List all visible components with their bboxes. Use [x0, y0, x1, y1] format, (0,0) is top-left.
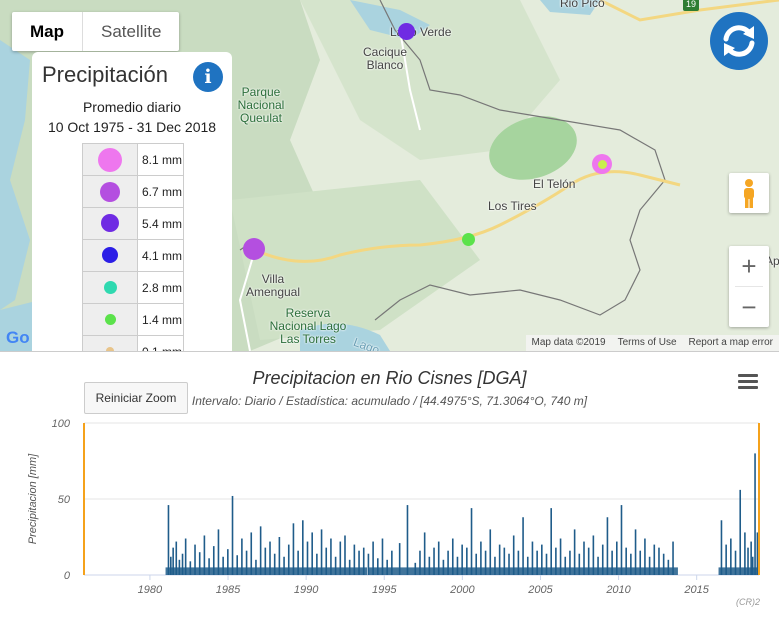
- y-axis-label: Precipitacion [mm]: [27, 453, 39, 544]
- label-reserva-lago-las-torres: Reserva Nacional Lago Las Torres: [269, 306, 347, 346]
- legend-row: 2.8 mm: [82, 271, 184, 304]
- station-marker-los-tires[interactable]: [462, 233, 475, 246]
- precip-bar: [167, 505, 170, 575]
- precip-bar: [620, 505, 623, 575]
- chart-credits: (CR)2: [736, 597, 760, 607]
- legend-swatch: [101, 214, 119, 233]
- selected-station-center: [597, 159, 607, 169]
- legend-value: 1.4 mm: [137, 303, 184, 336]
- y-tick-label: 50: [58, 494, 71, 506]
- y-tick-label: 100: [52, 418, 71, 430]
- legend-value: 5.4 mm: [137, 207, 184, 240]
- map-data-text: Map data ©2019: [531, 337, 606, 348]
- refresh-button[interactable]: [710, 12, 768, 70]
- legend-row: 4.1 mm: [82, 239, 184, 272]
- precip-bar: [302, 520, 304, 575]
- precip-bar: [522, 517, 524, 575]
- legend-swatch: [104, 313, 116, 325]
- precip-base-band: [718, 567, 759, 575]
- precip-bar: [406, 505, 409, 575]
- google-logo[interactable]: Go: [6, 328, 30, 348]
- legend-row: 8.1 mm: [82, 143, 184, 176]
- zoom-control: + −: [729, 246, 769, 327]
- terms-of-use-link[interactable]: Terms of Use: [618, 335, 677, 351]
- precip-bar: [606, 517, 609, 575]
- legend-title: Precipitación: [42, 62, 168, 87]
- label-villa-amengual: Villa Amengual: [245, 272, 301, 299]
- legend-value: 2.8 mm: [137, 271, 184, 304]
- map-type-tabs: Map Satellite: [12, 12, 180, 51]
- station-marker-villa-amengual[interactable]: [243, 238, 265, 260]
- precip-bar: [550, 508, 552, 575]
- refresh-icon: [723, 25, 755, 57]
- map-attribution: Map data ©2019 Terms of Use Report a map…: [525, 335, 779, 351]
- label-los-tires: Los Tires: [488, 199, 537, 213]
- report-error-link[interactable]: Report a map error: [689, 335, 773, 351]
- zoom-out-button[interactable]: −: [729, 287, 769, 327]
- legend-subtitle: Promedio diario: [82, 99, 182, 115]
- label-cacique-blanco: Cacique Blanco: [362, 45, 408, 72]
- x-tick-label: 1980: [138, 584, 163, 596]
- precip-base-band: [165, 567, 368, 575]
- x-tick-label: 2015: [683, 584, 709, 596]
- legend-row: 6.7 mm: [82, 175, 184, 208]
- label-el-telon: El Telón: [533, 177, 576, 191]
- precipitation-chart: Precipitacion en Rio Cisnes [DGA] Interv…: [0, 352, 779, 620]
- precip-bar: [292, 523, 295, 575]
- station-marker-rio-cisnes[interactable]: [592, 154, 612, 174]
- legend-scale: 8.1 mm 6.7 mm 5.4 mm 4.1 mm 2.8 mm 1.4 m…: [82, 143, 184, 351]
- legend-row: 1.4 mm: [82, 303, 184, 336]
- precip-bar: [754, 453, 756, 575]
- chart-plot: 0 50 100 Precipitacion [mm] 1980 1985 1990 1995…: [27, 418, 760, 596]
- legend-value: 0.1 mm: [137, 335, 184, 351]
- label-rio-pico: Rio Pico: [560, 0, 605, 10]
- legend-swatch: [100, 181, 120, 202]
- precip-bar: [470, 508, 473, 575]
- label-parque-queulat: Parque Nacional Queulat: [237, 85, 285, 125]
- tab-satellite[interactable]: Satellite: [83, 12, 179, 51]
- x-tick-label: 1990: [294, 584, 319, 596]
- map-view[interactable]: Rio Pico 19 Lago Verde Cacique Blanco Pa…: [0, 0, 779, 351]
- info-icon[interactable]: i: [193, 62, 223, 92]
- legend-swatch: [103, 280, 117, 294]
- precipitation-legend: Precipitación i Promedio diario 10 Oct 1…: [32, 52, 232, 351]
- street-view-button[interactable]: [729, 173, 769, 213]
- station-marker-lago-verde[interactable]: [398, 23, 415, 40]
- route-shield: 19: [683, 0, 700, 11]
- x-tick-label: 1985: [216, 584, 241, 596]
- precip-bar: [231, 495, 234, 575]
- x-tick-label: 2005: [527, 584, 553, 596]
- x-tick-label: 2010: [605, 584, 631, 596]
- legend-swatch: [98, 147, 122, 172]
- x-tick-label: 1995: [372, 584, 397, 596]
- legend-date-range: 10 Oct 1975 - 31 Dec 2018: [47, 119, 217, 135]
- legend-value: 6.7 mm: [137, 175, 184, 208]
- legend-row: 0.1 mm: [82, 335, 184, 351]
- precip-bar: [739, 489, 742, 575]
- legend-value: 4.1 mm: [137, 239, 184, 272]
- x-tick-label: 2000: [449, 584, 475, 596]
- legend-value: 8.1 mm: [137, 143, 184, 176]
- pegman-icon: [744, 179, 754, 208]
- zoom-in-button[interactable]: +: [729, 246, 769, 286]
- precip-bar: [720, 520, 723, 575]
- legend-row: 5.4 mm: [82, 207, 184, 240]
- legend-swatch: [102, 247, 118, 264]
- y-tick-label: 0: [64, 570, 71, 582]
- tab-map[interactable]: Map: [12, 12, 83, 51]
- precip-base-band: [368, 567, 678, 575]
